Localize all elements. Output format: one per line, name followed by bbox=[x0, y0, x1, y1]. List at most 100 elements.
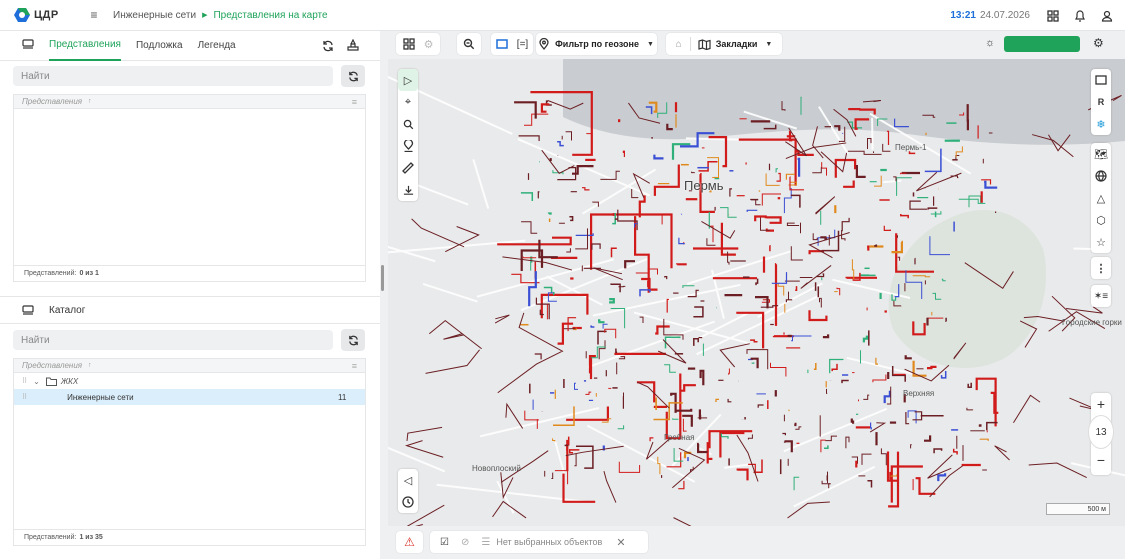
network-line bbox=[720, 433, 729, 439]
map-icon bbox=[698, 38, 711, 50]
catalog-folder-row[interactable]: ⠿ ⌄ ЖКХ bbox=[14, 373, 365, 389]
street-line bbox=[496, 480, 515, 514]
street-line bbox=[633, 311, 750, 345]
zoom-in-button[interactable]: + bbox=[1091, 393, 1111, 415]
network-line bbox=[666, 298, 669, 313]
search-icon[interactable] bbox=[398, 113, 418, 135]
network-line bbox=[598, 319, 605, 324]
menu-icon[interactable]: ≡ bbox=[88, 8, 100, 22]
navigation-icon[interactable]: ◁ bbox=[398, 469, 418, 491]
catalog-table-header[interactable]: Представления ↑ ≡ bbox=[14, 359, 365, 373]
refresh-icon[interactable] bbox=[322, 40, 334, 55]
network-line bbox=[797, 157, 801, 177]
column-menu-icon[interactable]: ≡ bbox=[352, 97, 357, 107]
network-line bbox=[537, 191, 540, 199]
network-line bbox=[672, 447, 706, 489]
network-line bbox=[680, 384, 696, 392]
river-water bbox=[563, 59, 1125, 145]
network-line bbox=[610, 247, 617, 258]
street-line bbox=[846, 356, 917, 376]
network-line bbox=[649, 437, 654, 442]
network-line bbox=[880, 448, 887, 466]
map-icon[interactable]: 🗺 bbox=[1091, 143, 1111, 165]
bell-icon[interactable] bbox=[1071, 7, 1089, 25]
column-menu-icon[interactable]: ≡ bbox=[352, 361, 357, 371]
chevron-down-icon[interactable]: ⌄ bbox=[33, 377, 40, 386]
geozone-filter-dropdown[interactable]: Фильтр по геозоне ▼ bbox=[536, 33, 657, 55]
network-line bbox=[755, 216, 770, 231]
panel-scrollbar[interactable] bbox=[381, 265, 384, 291]
warning-button[interactable]: ⚠ bbox=[396, 531, 423, 553]
map-canvas[interactable]: Пермь Пермь-1 Городские горки Верхняя Гр… bbox=[388, 59, 1125, 526]
cube-icon[interactable]: ⬡ bbox=[1091, 209, 1111, 231]
list-icon[interactable]: ☰ bbox=[481, 537, 490, 548]
breadcrumb-root[interactable]: Инженерные сети bbox=[113, 10, 196, 21]
zoom-out-button-right[interactable]: − bbox=[1091, 449, 1111, 471]
app-logo[interactable]: ЦДР bbox=[14, 8, 74, 22]
tab-views[interactable]: Представления bbox=[49, 31, 121, 61]
play-icon[interactable]: ▷ bbox=[398, 69, 418, 91]
drag-handle-icon[interactable]: ⠿ bbox=[22, 393, 27, 401]
snowflake-icon[interactable]: ❄ bbox=[1091, 113, 1111, 135]
catalog-refresh-button[interactable] bbox=[341, 329, 365, 351]
zoom-out-icon bbox=[463, 38, 475, 50]
network-line bbox=[812, 167, 822, 174]
star-icon[interactable]: ☆ bbox=[1091, 231, 1111, 253]
views-search-input[interactable] bbox=[13, 66, 333, 86]
views-table-header[interactable]: Представления ↑ ≡ bbox=[14, 95, 365, 109]
zoom-out-button[interactable] bbox=[457, 33, 481, 55]
focus-icon[interactable]: [=] bbox=[517, 39, 528, 50]
globe-icon[interactable] bbox=[1091, 165, 1111, 187]
network-line bbox=[720, 207, 737, 218]
checkbox-icon[interactable]: ☑ bbox=[440, 537, 449, 548]
theme-toggle[interactable] bbox=[1004, 36, 1080, 52]
stamp-icon[interactable] bbox=[346, 38, 360, 55]
apps-icon[interactable] bbox=[1044, 7, 1062, 25]
hide-icon[interactable]: ⊘ bbox=[461, 537, 469, 548]
catalog-item-row[interactable]: ⠿ Инженерные сети 11 bbox=[14, 389, 365, 405]
network-line bbox=[916, 171, 962, 192]
tab-legend[interactable]: Легенда bbox=[198, 31, 236, 61]
filter-icon[interactable]: ✶≡ bbox=[1091, 285, 1111, 307]
ruler-icon[interactable] bbox=[398, 157, 418, 179]
close-icon[interactable]: ✕ bbox=[616, 536, 625, 549]
map-label-gorodskie-gorki: Городские горки bbox=[1062, 318, 1122, 327]
bookmarks-group[interactable]: ⌂ Закладки ▼ bbox=[666, 33, 782, 55]
crosshair-icon[interactable]: ⌖ bbox=[398, 91, 418, 113]
network-line bbox=[736, 468, 749, 481]
network-line bbox=[912, 411, 923, 421]
screen-icon[interactable] bbox=[1091, 69, 1111, 91]
street-line bbox=[783, 407, 888, 453]
settings-icon[interactable]: ⚙ bbox=[1093, 36, 1104, 50]
network-line bbox=[841, 379, 849, 384]
home-icon[interactable]: ⌂ bbox=[676, 39, 682, 50]
street-line bbox=[793, 465, 876, 508]
mountain-icon[interactable]: △ bbox=[1091, 187, 1111, 209]
tab-basemap[interactable]: Подложка bbox=[136, 31, 183, 61]
network-line bbox=[940, 371, 947, 379]
gear-icon[interactable]: ⚙ bbox=[424, 38, 434, 51]
screen-icon[interactable] bbox=[496, 39, 508, 49]
network-line bbox=[750, 339, 758, 343]
network-line bbox=[641, 277, 658, 291]
network-line bbox=[602, 323, 608, 329]
network-line bbox=[747, 434, 753, 440]
network-line bbox=[843, 180, 855, 188]
sun-icon[interactable]: ☼ bbox=[985, 37, 995, 49]
catalog-search-input[interactable] bbox=[13, 330, 333, 350]
download-icon[interactable] bbox=[398, 179, 418, 201]
user-icon[interactable] bbox=[1098, 7, 1116, 25]
network-line bbox=[795, 286, 798, 292]
network-line bbox=[847, 150, 882, 155]
location-icon[interactable] bbox=[398, 135, 418, 157]
views-refresh-button[interactable] bbox=[341, 65, 365, 87]
map-label-grebnaya: Гребная bbox=[664, 433, 695, 442]
clock-icon[interactable] bbox=[398, 491, 418, 513]
layout-button[interactable]: ⚙ bbox=[396, 33, 440, 55]
network-line bbox=[907, 410, 917, 424]
r-button[interactable]: R bbox=[1091, 91, 1111, 113]
network-line bbox=[497, 236, 572, 246]
frame-tools[interactable]: [=] bbox=[491, 33, 533, 55]
more-vertical-icon[interactable]: ⋮ bbox=[1091, 257, 1111, 279]
drag-handle-icon[interactable]: ⠿ bbox=[22, 377, 27, 385]
